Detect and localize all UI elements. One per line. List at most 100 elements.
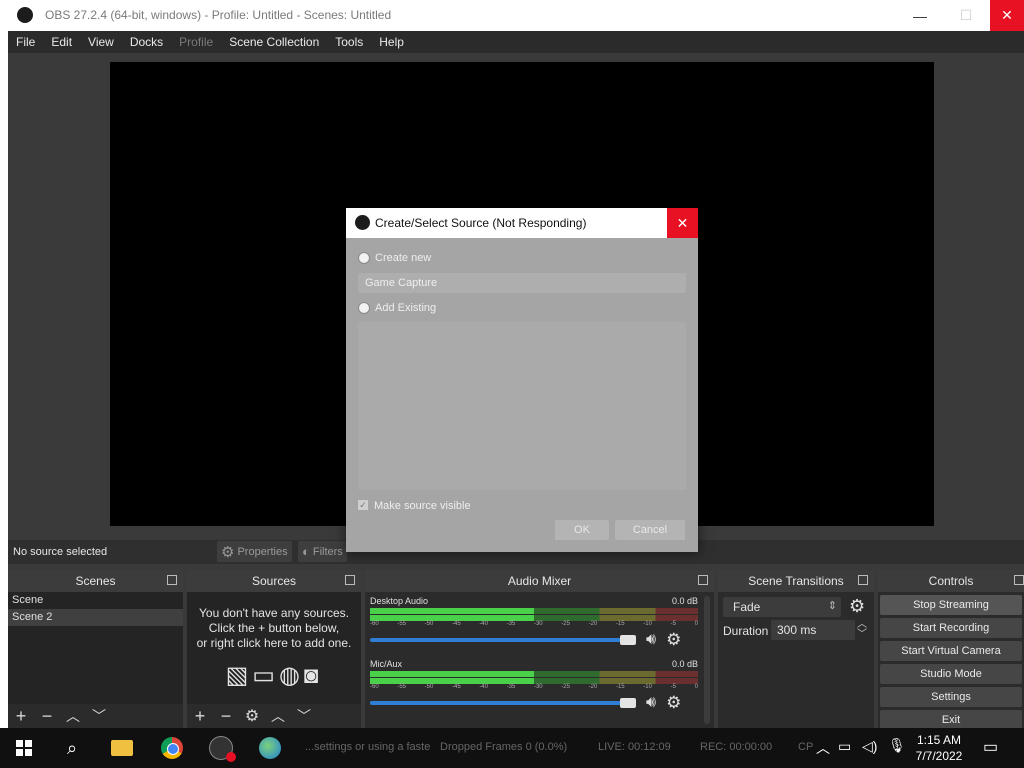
close-icon[interactable]: ✕ — [667, 208, 698, 238]
scene-item[interactable]: Scene 2 — [8, 609, 183, 626]
source-name-input[interactable]: Game Capture — [358, 273, 686, 293]
controls-header: Controls — [878, 570, 1024, 592]
gear-icon[interactable]: ⚙ — [666, 630, 681, 650]
sources-list[interactable]: You don't have any sources. Click the + … — [187, 592, 361, 704]
create-new-radio[interactable] — [358, 252, 370, 264]
obs-taskbar-icon[interactable] — [207, 734, 236, 762]
start-virtual-camera-button[interactable]: Start Virtual Camera — [880, 641, 1022, 661]
minimize-button[interactable]: — — [897, 0, 943, 31]
studio-mode-button[interactable]: Studio Mode — [880, 664, 1022, 684]
file-explorer-icon[interactable] — [108, 734, 136, 762]
slider-handle[interactable] — [620, 698, 636, 708]
maximize-button[interactable]: ☐ — [943, 0, 989, 31]
make-visible-checkbox[interactable]: ✓ — [358, 500, 368, 510]
create-select-source-dialog: Create/Select Source (Not Responding) ✕ … — [346, 208, 698, 552]
obs-logo-icon — [17, 7, 33, 23]
tick: -45 — [451, 684, 461, 690]
cancel-button[interactable]: Cancel — [615, 520, 685, 540]
tick: -30 — [533, 684, 543, 690]
exit-button[interactable]: Exit — [880, 710, 1022, 730]
network-icon[interactable]: ▭ — [838, 738, 851, 755]
gear-icon[interactable]: ⚙ — [849, 596, 865, 617]
scenes-list: Scene Scene 2 — [8, 592, 183, 704]
tick: -10 — [643, 684, 652, 690]
sources-controls: + − ⚙ ︿ ﹀ — [187, 704, 361, 728]
transition-select[interactable]: Fade ⇕ — [723, 597, 841, 617]
menu-docks[interactable]: Docks — [122, 35, 171, 49]
filters-button[interactable]: ◐ Filters — [298, 541, 347, 562]
globe-icon: ◍ — [278, 662, 304, 689]
remove-icon[interactable]: − — [34, 706, 60, 727]
add-icon[interactable]: + — [187, 706, 213, 727]
clock[interactable]: 1:15 AM 7/7/2022 — [906, 732, 972, 764]
add-icon[interactable]: + — [8, 706, 34, 727]
remove-icon[interactable]: − — [213, 706, 239, 727]
start-recording-button[interactable]: Start Recording — [880, 618, 1022, 638]
move-down-icon[interactable]: ﹀ — [291, 706, 317, 726]
search-icon[interactable]: ⌕ — [58, 734, 86, 762]
menu-view[interactable]: View — [80, 35, 122, 49]
live-timer: LIVE: 00:12:09 — [598, 741, 671, 753]
dropped-frames: Dropped Frames 0 (0.0%) — [440, 741, 568, 753]
tick: -45 — [451, 621, 461, 627]
make-visible-label: Make source visible — [374, 500, 471, 512]
popout-icon[interactable] — [698, 575, 708, 585]
volume-slider[interactable] — [370, 635, 636, 645]
duration-input[interactable]: 300 ms — [771, 620, 855, 640]
scene-transitions-header: Scene Transitions — [718, 570, 874, 592]
dialog-title-bar: Create/Select Source (Not Responding) ✕ — [346, 208, 698, 238]
microphone-icon[interactable]: 🎙︎ — [888, 737, 906, 754]
spin-arrows-icon[interactable]: ︿ ﹀ — [857, 620, 867, 640]
slider-handle[interactable] — [620, 635, 636, 645]
clock-date: 7/7/2022 — [915, 749, 963, 763]
properties-button[interactable]: ⚙ Properties — [217, 541, 292, 562]
volume-slider[interactable] — [370, 698, 636, 708]
tick: -55 — [397, 684, 406, 690]
duration-label: Duration — [723, 624, 769, 638]
menu-profile[interactable]: Profile — [171, 35, 221, 49]
gear-icon: ⚙ — [221, 543, 235, 561]
speaker-icon[interactable]: 🔊︎ — [646, 631, 656, 649]
menu-edit[interactable]: Edit — [43, 35, 80, 49]
close-button[interactable]: ✕ — [990, 0, 1024, 31]
popout-icon[interactable] — [858, 575, 868, 585]
menu-scene-collection[interactable]: Scene Collection — [221, 35, 327, 49]
tick: -35 — [506, 684, 516, 690]
move-up-icon[interactable]: ︿ — [60, 706, 86, 726]
move-up-icon[interactable]: ︿ — [265, 706, 291, 726]
popout-icon[interactable] — [345, 575, 355, 585]
globe-app-icon[interactable] — [256, 734, 284, 762]
chrome-icon[interactable] — [158, 734, 186, 762]
ok-button[interactable]: OK — [555, 520, 609, 540]
scene-item[interactable]: Scene — [8, 592, 183, 609]
scrollbar[interactable] — [704, 596, 710, 724]
menu-help[interactable]: Help — [371, 35, 412, 49]
tick: -50 — [424, 684, 434, 690]
stop-streaming-button[interactable]: Stop Streaming — [880, 595, 1022, 615]
existing-sources-list[interactable] — [358, 322, 686, 490]
windows-start-icon[interactable] — [10, 734, 38, 762]
scenes-title: Scenes — [75, 574, 116, 588]
gear-icon[interactable]: ⚙ — [666, 693, 681, 713]
settings-button[interactable]: Settings — [880, 687, 1022, 707]
popout-icon[interactable] — [1014, 575, 1024, 585]
camera-icon: ◙ — [303, 662, 323, 689]
chevron-up-icon[interactable]: ︿ — [816, 738, 830, 758]
add-existing-radio[interactable] — [358, 302, 370, 314]
volume-icon[interactable]: ◁) — [862, 738, 877, 755]
menu-tools[interactable]: Tools — [327, 35, 371, 49]
notification-icon[interactable]: ▭ — [983, 737, 998, 757]
source-status: No source selected — [13, 546, 108, 558]
tick: -10 — [643, 621, 652, 627]
audio-channel: Mic/Aux 0.0 dB -60 -55 -50 -45 -40 -35 -30 -25-… — [370, 659, 698, 713]
speaker-icon[interactable]: 🔊︎ — [646, 694, 656, 712]
menu-bar: File Edit View Docks Profile Scene Colle… — [8, 31, 1024, 53]
image-icon: ▧ — [225, 662, 253, 689]
gear-icon[interactable]: ⚙ — [239, 706, 265, 726]
volume-meter — [370, 608, 698, 614]
move-down-icon[interactable]: ﹀ — [86, 706, 112, 726]
scenes-controls: + − ︿ ﹀ — [8, 704, 183, 728]
scenes-header: Scenes — [8, 570, 183, 592]
menu-file[interactable]: File — [8, 35, 43, 49]
popout-icon[interactable] — [167, 575, 177, 585]
